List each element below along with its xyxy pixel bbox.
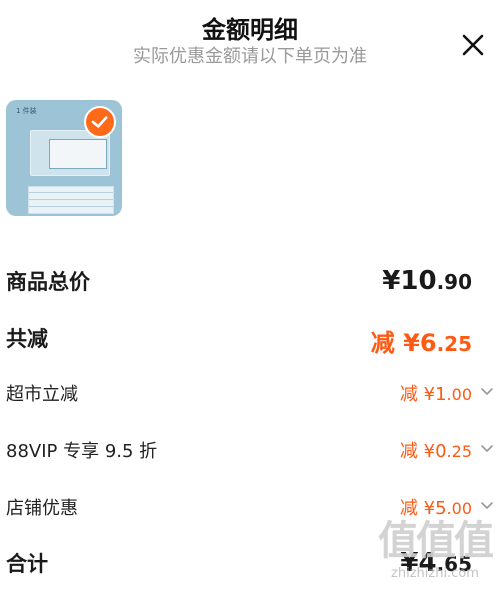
row-value: 减 ¥6.25 <box>370 329 472 357</box>
row-vip-discount[interactable]: 88VIP 专享 9.5 折 减 ¥0.25 <box>0 437 500 465</box>
row-label: 店铺优惠 <box>6 498 78 519</box>
row-label: 共减 <box>6 327 48 351</box>
watermark-site: zhizhizhi.com <box>391 566 479 581</box>
row-value: ¥10.90 <box>382 266 472 296</box>
row-subtotal: 商品总价 ¥10.90 <box>0 266 500 298</box>
row-label: 超市立减 <box>6 384 78 405</box>
row-total-discount: 共减 减 ¥6.25 <box>0 323 500 357</box>
close-icon[interactable] <box>458 30 488 60</box>
modal-header: 金额明细 实际优惠金额请以下单页为准 <box>0 0 500 80</box>
chevron-down-icon[interactable] <box>480 441 494 455</box>
thumbnail-table <box>28 186 114 214</box>
page-subtitle: 实际优惠金额请以下单页为准 <box>133 46 367 67</box>
row-value: 减 ¥0.25 <box>399 441 472 462</box>
selected-check-icon <box>84 106 116 138</box>
site-watermark: 值值值 zhizhizhi.com <box>378 508 494 581</box>
thumbnail-tag: 1 件装 <box>16 107 37 115</box>
watermark-glyph: 值值值 <box>378 518 494 564</box>
row-label: 合计 <box>6 552 48 576</box>
row-supermarket-discount[interactable]: 超市立减 减 ¥1.00 <box>0 380 500 408</box>
page-title: 金额明细 <box>202 16 298 44</box>
row-label: 88VIP 专享 9.5 折 <box>6 441 158 462</box>
row-label: 商品总价 <box>6 270 90 294</box>
row-value: 减 ¥1.00 <box>399 384 472 405</box>
chevron-down-icon[interactable] <box>480 384 494 398</box>
